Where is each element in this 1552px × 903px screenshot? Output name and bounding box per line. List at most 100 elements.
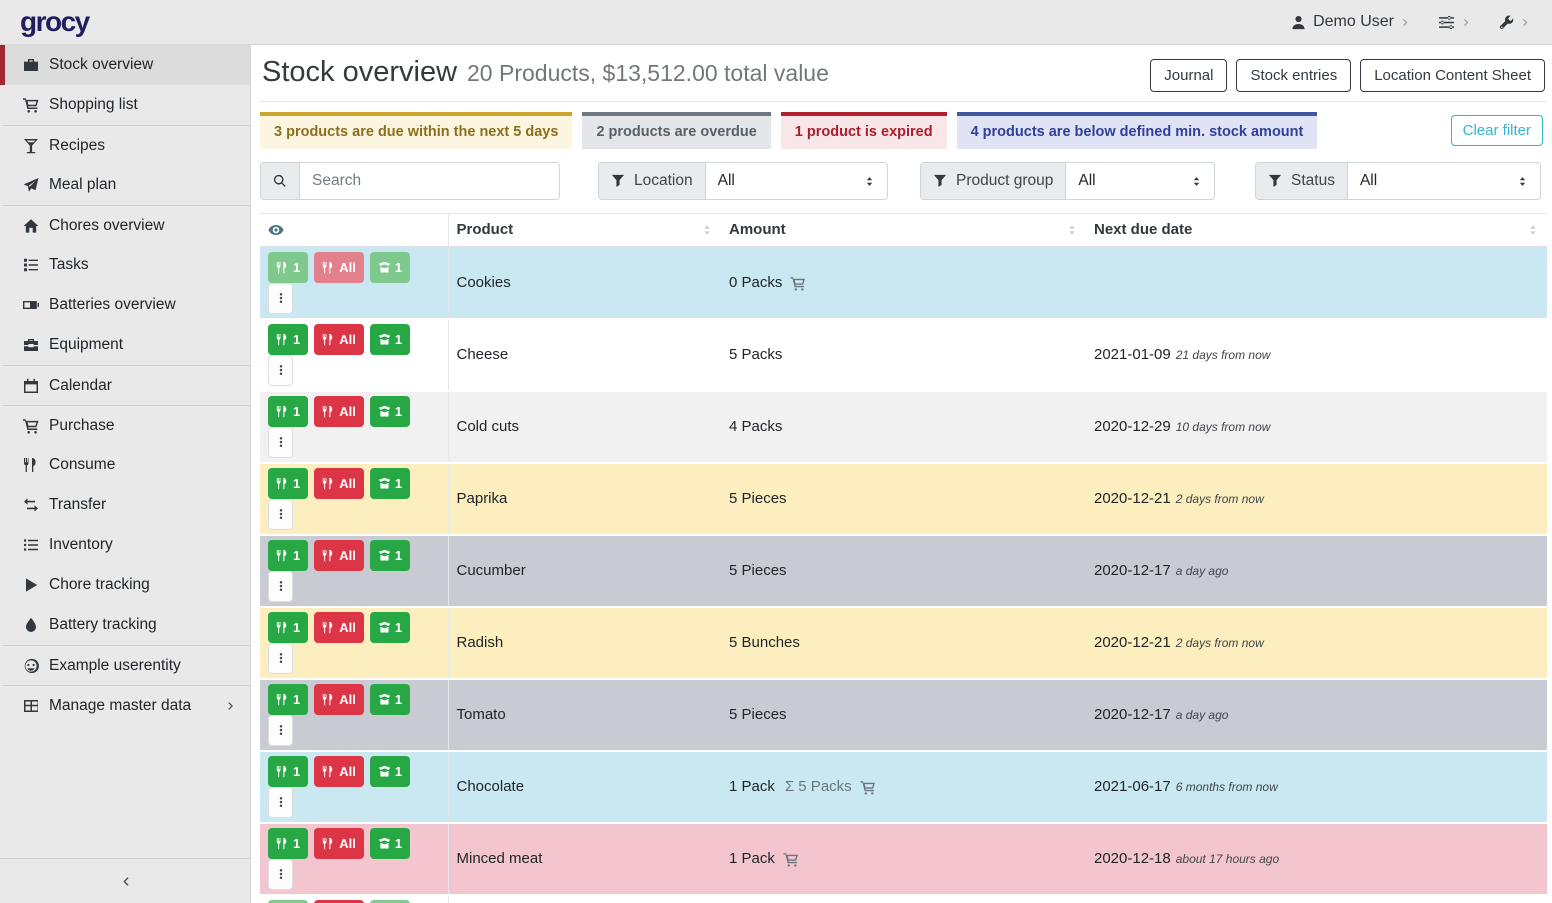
consume-all-button[interactable]: All xyxy=(314,468,364,499)
sidebar-item-consume[interactable]: Consume xyxy=(0,445,250,485)
row-more-button[interactable] xyxy=(268,859,293,890)
row-more-button[interactable] xyxy=(268,787,293,818)
exchange-icon xyxy=(23,497,39,513)
sidebar-item-manage-master-data[interactable]: Manage master data xyxy=(0,685,250,725)
sort-icon[interactable] xyxy=(701,224,713,236)
row-more-button[interactable] xyxy=(268,715,293,746)
product-group-select[interactable]: All xyxy=(1066,163,1214,199)
consume-one-button[interactable]: 1 xyxy=(268,324,308,355)
open-one-button[interactable]: 1 xyxy=(370,828,410,859)
user-icon xyxy=(1291,15,1306,30)
location-select[interactable]: All xyxy=(706,163,887,199)
sidebar-item-chores-overview[interactable]: Chores overview xyxy=(0,205,250,245)
open-one-button[interactable]: 1 xyxy=(370,756,410,787)
location-content-sheet-button[interactable]: Location Content Sheet xyxy=(1360,59,1545,92)
sidebar-item-label: Transfer xyxy=(49,496,106,514)
sidebar-item-batteries-overview[interactable]: Batteries overview xyxy=(0,285,250,325)
product-name: Tomato xyxy=(448,679,721,751)
column-header-amount[interactable]: Amount xyxy=(729,221,786,238)
due-soon-banner[interactable]: 3 products are due within the next 5 day… xyxy=(260,112,572,149)
open-one-button[interactable]: 1 xyxy=(370,324,410,355)
row-more-button[interactable] xyxy=(268,427,293,458)
consume-one-button[interactable]: 1 xyxy=(268,756,308,787)
open-one-button[interactable]: 1 xyxy=(370,468,410,499)
search-input[interactable] xyxy=(300,163,559,199)
settings-menu[interactable] xyxy=(1438,14,1471,31)
journal-button[interactable]: Journal xyxy=(1150,59,1227,92)
table-row: 1All1Paprika5 Pieces2020-12-212 days fro… xyxy=(260,463,1547,535)
open-one-button[interactable]: 1 xyxy=(370,684,410,715)
column-header-product[interactable]: Product xyxy=(457,221,514,238)
sidebar-item-shopping-list[interactable]: Shopping list xyxy=(0,85,250,125)
admin-menu[interactable] xyxy=(1499,15,1530,30)
sidebar-item-stock-overview[interactable]: Stock overview xyxy=(0,45,250,85)
consume-all-button[interactable]: All xyxy=(314,252,364,283)
utensils-icon xyxy=(276,549,289,562)
open-one-button[interactable]: 1 xyxy=(370,252,410,283)
sidebar-item-chore-tracking[interactable]: Chore tracking xyxy=(0,565,250,605)
open-one-button[interactable]: 1 xyxy=(370,540,410,571)
sidebar-item-equipment[interactable]: Equipment xyxy=(0,325,250,365)
consume-one-button[interactable]: 1 xyxy=(268,612,308,643)
row-more-button[interactable] xyxy=(268,643,293,674)
stock-entries-button[interactable]: Stock entries xyxy=(1236,59,1351,92)
sidebar-item-transfer[interactable]: Transfer xyxy=(0,485,250,525)
consume-one-button[interactable]: 1 xyxy=(268,396,308,427)
due-date: 2021-01-09 xyxy=(1094,346,1171,363)
sidebar-item-battery-tracking[interactable]: Battery tracking xyxy=(0,605,250,645)
consume-all-button[interactable]: All xyxy=(314,540,364,571)
sidebar-item-meal-plan[interactable]: Meal plan xyxy=(0,165,250,205)
consume-one-button[interactable]: 1 xyxy=(268,468,308,499)
below-min-stock-banner[interactable]: 4 products are below defined min. stock … xyxy=(957,112,1318,149)
amount-value: 1 Pack xyxy=(729,850,775,867)
sidebar-item-recipes[interactable]: Recipes xyxy=(0,125,250,165)
box-open-icon xyxy=(378,621,391,634)
overdue-banner[interactable]: 2 products are overdue xyxy=(582,112,770,149)
consume-all-button[interactable]: All xyxy=(314,324,364,355)
product-name: Paprika xyxy=(448,463,721,535)
row-more-button[interactable] xyxy=(268,355,293,386)
consume-all-button[interactable]: All xyxy=(314,612,364,643)
status-select[interactable]: All xyxy=(1348,163,1540,199)
grocy-logo[interactable]: grocy xyxy=(20,6,89,38)
eye-icon[interactable] xyxy=(268,222,284,238)
consume-all-button[interactable]: All xyxy=(314,828,364,859)
clear-filter-button[interactable]: Clear filter xyxy=(1451,115,1543,146)
consume-all-button[interactable]: All xyxy=(314,684,364,715)
sidebar-item-tasks[interactable]: Tasks xyxy=(0,245,250,285)
page-subtitle: 20 Products, $13,512.00 total value xyxy=(467,60,829,87)
consume-one-button[interactable]: 1 xyxy=(268,900,308,903)
cart-icon xyxy=(23,418,39,434)
sidebar-item-example-userentity[interactable]: Example userentity xyxy=(0,645,250,685)
consume-one-button[interactable]: 1 xyxy=(268,252,308,283)
due-date-relative: 10 days from now xyxy=(1176,420,1271,434)
column-header-next-due-date[interactable]: Next due date xyxy=(1094,221,1192,238)
user-menu[interactable]: Demo User xyxy=(1291,13,1410,31)
box-open-icon xyxy=(378,549,391,562)
table-row: 1All1Chocolate1 PackΣ 5 Packs2021-06-176… xyxy=(260,751,1547,823)
open-one-button[interactable]: 1 xyxy=(370,900,410,903)
sort-icon[interactable] xyxy=(1066,224,1078,236)
open-one-button[interactable]: 1 xyxy=(370,396,410,427)
consume-one-button[interactable]: 1 xyxy=(268,828,308,859)
consume-one-button[interactable]: 1 xyxy=(268,684,308,715)
box-open-icon xyxy=(378,693,391,706)
amount-value: 4 Packs xyxy=(729,418,782,435)
open-one-button[interactable]: 1 xyxy=(370,612,410,643)
row-more-button[interactable] xyxy=(268,499,293,530)
tasks-icon xyxy=(23,257,39,273)
sidebar-collapse-button[interactable] xyxy=(0,858,250,903)
due-date: 2020-12-17 xyxy=(1094,562,1171,579)
expired-banner[interactable]: 1 product is expired xyxy=(781,112,947,149)
consume-all-button[interactable]: All xyxy=(314,396,364,427)
sort-icon[interactable] xyxy=(1527,224,1539,236)
sidebar-item-label: Chore tracking xyxy=(49,576,150,594)
consume-one-button[interactable]: 1 xyxy=(268,540,308,571)
consume-all-button[interactable]: All xyxy=(314,756,364,787)
consume-all-button[interactable]: All xyxy=(314,900,364,903)
sidebar-item-purchase[interactable]: Purchase xyxy=(0,405,250,445)
row-more-button[interactable] xyxy=(268,571,293,602)
row-more-button[interactable] xyxy=(268,283,293,314)
sidebar-item-inventory[interactable]: Inventory xyxy=(0,525,250,565)
sidebar-item-calendar[interactable]: Calendar xyxy=(0,365,250,405)
